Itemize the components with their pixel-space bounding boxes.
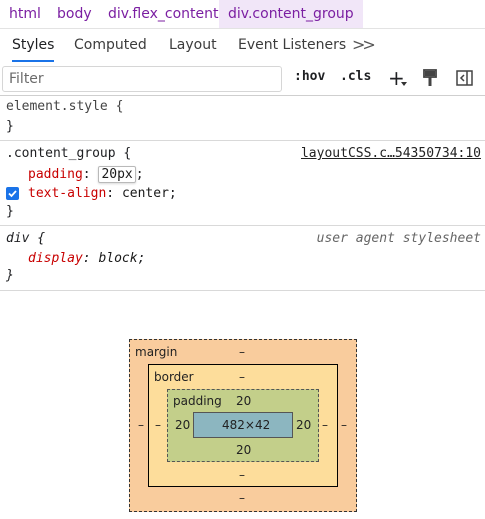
padding-right-value[interactable]: 20 [296,418,311,432]
padding-bottom-value[interactable]: 20 [236,443,251,457]
hov-toggle-button[interactable]: :hov [294,69,325,84]
breadcrumb-div-flex-content[interactable]: div.flex_content [99,0,228,28]
plus-icon: + [388,66,405,90]
padding-declaration[interactable]: padding: 20px; [28,166,144,184]
margin-left-value[interactable]: – [138,418,144,432]
breadcrumb: html body div.flex_content div.content_g… [0,0,485,29]
border-label: border [154,370,194,384]
tab-styles[interactable]: Styles [12,29,55,62]
filter-input[interactable]: Filter [2,66,282,92]
more-tabs-chevron-icon[interactable]: >> [352,29,376,62]
margin-bottom-value[interactable]: – [239,491,245,505]
breadcrumb-body[interactable]: body [48,0,101,28]
div-ua-rule: div { user agent stylesheet display: blo… [0,226,485,291]
tab-event-listeners[interactable]: Event Listeners [238,29,346,62]
margin-label: margin [135,345,178,359]
tab-computed[interactable]: Computed [74,29,147,62]
breadcrumb-html[interactable]: html [0,0,50,28]
border-left-value[interactable]: – [155,418,161,432]
dropdown-triangle-icon [401,82,407,86]
paint-brush-icon[interactable] [422,69,438,91]
border-bottom-value[interactable]: – [239,468,245,482]
styles-pane-tabs: Styles Computed Layout Event Listeners >… [0,29,485,63]
property-name: padding [28,167,83,182]
stylesheet-source-link[interactable]: layoutCSS.c…54350734:10 [301,145,481,163]
content-group-rule: .content_group { layoutCSS.c…54350734:10… [0,141,485,226]
div-selector: div { [6,231,46,246]
property-value[interactable]: 20px [98,166,136,183]
border-top-value[interactable]: – [239,370,245,384]
content-size-value[interactable]: 482×42 [222,418,270,432]
margin-right-value[interactable]: – [341,418,347,432]
padding-top-value[interactable]: 20 [236,394,251,408]
cls-toggle-button[interactable]: .cls [340,69,371,84]
property-enabled-checkbox[interactable] [6,187,19,200]
checkmark-icon [8,190,17,198]
property-name: text-align [28,186,107,201]
text-align-declaration[interactable]: text-align: center; [28,185,177,203]
property-name: display [28,251,83,266]
filter-toolbar: Filter :hov .cls + [0,62,485,96]
content-group-close: } [6,204,14,219]
padding-label: padding [173,394,222,408]
padding-left-value[interactable]: 20 [175,418,190,432]
content-group-selector[interactable]: .content_group { [6,145,131,163]
toggle-sidebar-icon[interactable] [456,70,473,90]
filter-placeholder: Filter [9,71,44,87]
new-style-rule-button[interactable]: + [388,66,405,90]
user-agent-source: user agent stylesheet [316,231,481,246]
property-value: block [98,251,138,266]
border-right-value[interactable]: – [322,418,328,432]
element-style-rule: element.style { } [0,96,485,141]
element-style-close: } [6,119,14,134]
div-close: } [6,268,14,283]
display-declaration: display: block; [28,251,146,266]
margin-top-value[interactable]: – [239,345,245,359]
breadcrumb-div-content-group[interactable]: div.content_group [219,0,363,28]
tab-layout[interactable]: Layout [169,29,217,62]
property-value[interactable]: center [122,186,169,201]
element-style-selector[interactable]: element.style { [6,98,123,116]
